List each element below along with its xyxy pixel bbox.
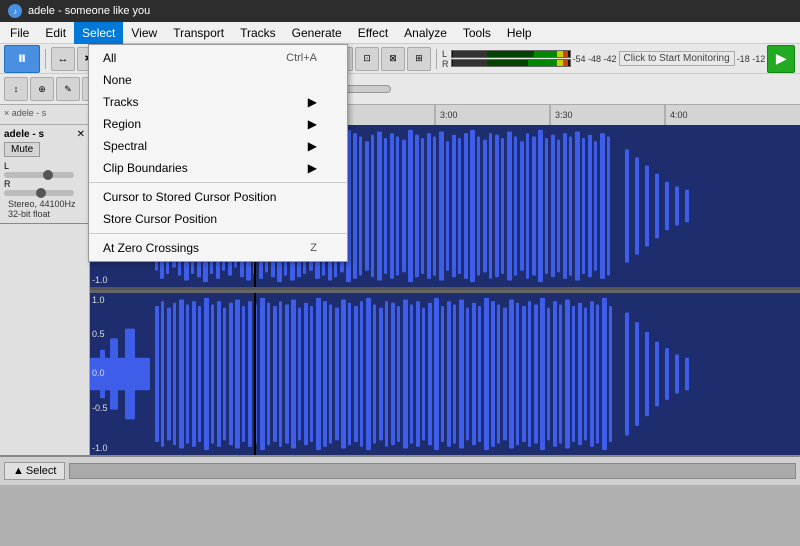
dropdown-item-all[interactable]: All Ctrl+A: [89, 47, 347, 69]
dropdown-item-region[interactable]: Region ▶: [89, 113, 347, 135]
clip-boundaries-submenu-arrow: ▶: [308, 161, 317, 175]
bottom-bar: ▲ Select: [0, 455, 800, 485]
menu-view[interactable]: View: [123, 22, 165, 44]
waveform-track-bottom[interactable]: 1.0 0.5 0.0 -0.5 -1.0: [90, 290, 800, 455]
zoom-toggle-button[interactable]: ⊞: [407, 47, 431, 71]
dropdown-item-tracks[interactable]: Tracks ▶: [89, 91, 347, 113]
menu-transport[interactable]: Transport: [165, 22, 232, 44]
scale-neg0.5-bot: -0.5: [92, 403, 108, 413]
separator-1: [89, 182, 347, 183]
fit-project-button[interactable]: ⊡: [355, 47, 379, 71]
dropdown-item-cursor-stored[interactable]: Cursor to Stored Cursor Position: [89, 186, 347, 208]
draw-tool-btn[interactable]: ✎: [56, 77, 80, 101]
scale-neg1.0-bot: -1.0: [92, 443, 108, 453]
play-button[interactable]: ▶: [767, 45, 795, 73]
region-submenu-arrow: ▶: [308, 117, 317, 131]
dropdown-item-zero-crossings[interactable]: At Zero Crossings Z: [89, 237, 347, 259]
waveform-svg-bottom: [90, 293, 800, 455]
select-button-label: Select: [26, 465, 57, 477]
level-numbers: -54 -48 -42: [573, 54, 617, 64]
svg-text:4:00: 4:00: [670, 110, 688, 120]
dropdown-item-spectral[interactable]: Spectral ▶: [89, 135, 347, 157]
dropdown-item-store-cursor[interactable]: Store Cursor Position: [89, 208, 347, 230]
cursor-tool-button[interactable]: ↔: [51, 47, 75, 71]
scale-0.5-bot: 0.5: [92, 329, 105, 339]
select-dropdown-menu: All Ctrl+A None Tracks ▶ Region ▶ Spectr…: [88, 44, 348, 262]
pause-button[interactable]: ⏸: [4, 45, 40, 73]
menu-edit[interactable]: Edit: [37, 22, 74, 44]
title-bar: ♪ adele - someone like you: [0, 0, 800, 22]
scale-neg1.0-top: -1.0: [92, 275, 108, 285]
track-info: Stereo, 44100Hz 32-bit float: [4, 197, 85, 221]
select-button[interactable]: ▲ Select: [4, 462, 65, 480]
menu-select[interactable]: Select: [74, 22, 123, 44]
menu-help[interactable]: Help: [499, 22, 540, 44]
svg-text:3:00: 3:00: [440, 110, 458, 120]
l-volume-slider[interactable]: [4, 172, 74, 178]
menu-tools[interactable]: Tools: [455, 22, 499, 44]
fit-width-button[interactable]: ⊠: [381, 47, 405, 71]
scale-1.0-bot: 1.0: [92, 295, 105, 305]
r-volume-slider[interactable]: [4, 190, 74, 196]
monitor-label[interactable]: Click to Start Monitoring: [619, 51, 735, 66]
r-channel-label: R: [4, 179, 85, 189]
app-icon: ♪: [8, 4, 22, 18]
track-name: adele - s: [4, 129, 44, 140]
bottom-spacer: [69, 463, 796, 479]
selection-tool-btn[interactable]: ↕: [4, 77, 28, 101]
sep-4: [436, 49, 437, 69]
sep-1: [45, 49, 46, 69]
tracks-submenu-arrow: ▶: [308, 95, 317, 109]
level-meter: LR: [442, 49, 571, 69]
zoom-tool-btn[interactable]: ⊕: [30, 77, 54, 101]
dropdown-item-clip-boundaries[interactable]: Clip Boundaries ▶: [89, 157, 347, 179]
menu-effect[interactable]: Effect: [350, 22, 396, 44]
menu-file[interactable]: File: [2, 22, 37, 44]
ruler-spacer: × adele - s: [0, 105, 90, 125]
dropdown-item-none[interactable]: None: [89, 69, 347, 91]
level-right-numbers: -18 -12: [737, 54, 766, 64]
track-panel: adele - s ✕ Mute L R Stereo, 44100Hz 32-…: [0, 125, 90, 455]
scale-0.0-bot: 0.0: [92, 368, 105, 378]
spectral-submenu-arrow: ▶: [308, 139, 317, 153]
menu-tracks[interactable]: Tracks: [232, 22, 284, 44]
l-channel-label: L: [4, 161, 85, 171]
menu-analyze[interactable]: Analyze: [396, 22, 455, 44]
title-text: adele - someone like you: [28, 5, 150, 17]
select-arrow-icon: ▲: [13, 465, 24, 477]
svg-text:3:30: 3:30: [555, 110, 573, 120]
track-close-icon[interactable]: ✕: [77, 129, 85, 140]
separator-2: [89, 233, 347, 234]
level-lr-label: LR: [442, 49, 449, 69]
mute-button[interactable]: Mute: [4, 142, 40, 157]
menu-generate[interactable]: Generate: [284, 22, 350, 44]
menu-bar: File Edit Select View Transport Tracks G…: [0, 22, 800, 44]
